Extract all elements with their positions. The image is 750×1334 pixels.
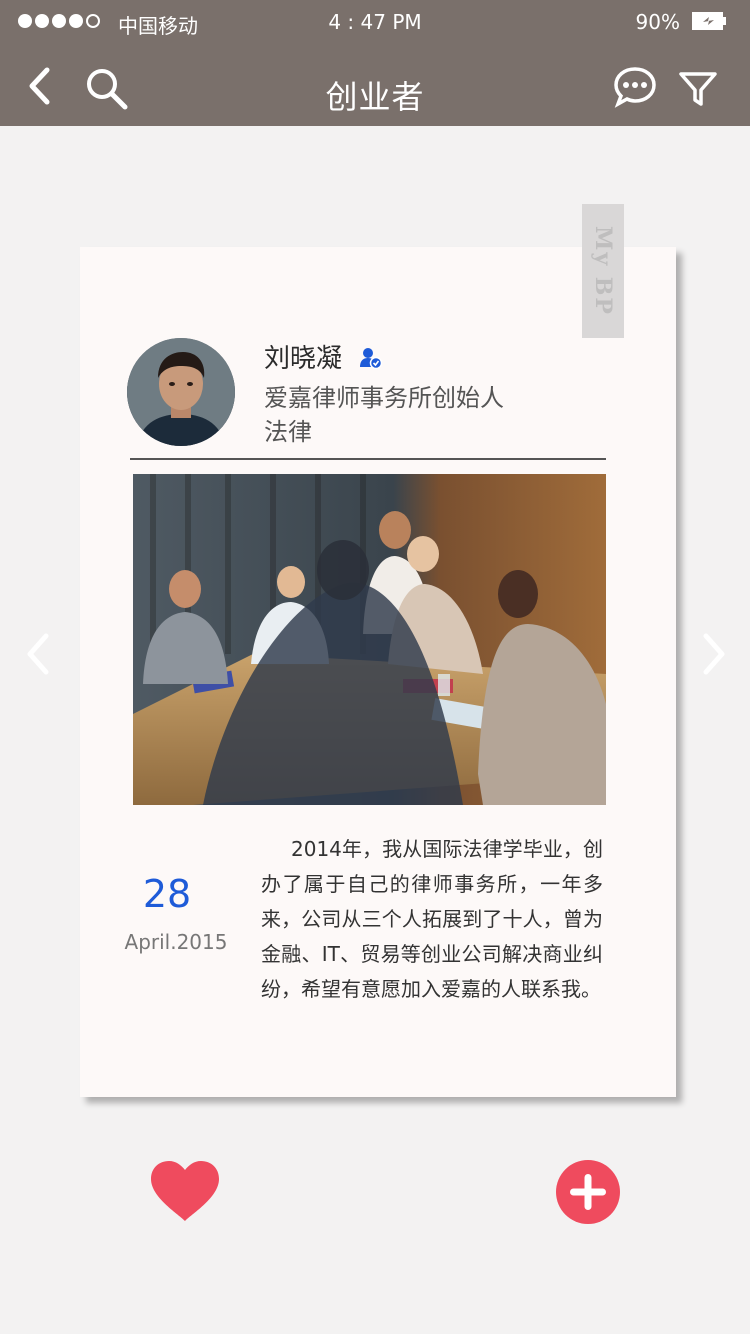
like-button[interactable]	[148, 1158, 222, 1224]
my-bp-ribbon[interactable]: My BP	[582, 204, 624, 338]
business-meeting-image	[133, 474, 606, 805]
next-card-arrow[interactable]	[700, 632, 730, 676]
battery-icon	[692, 12, 726, 30]
previous-card-arrow[interactable]	[22, 632, 52, 676]
founder-field: 法律	[264, 418, 312, 446]
plus-circle-icon	[556, 1160, 620, 1224]
chat-button[interactable]	[612, 64, 658, 110]
verified-user-icon	[360, 348, 382, 369]
person-portrait-icon	[127, 338, 235, 446]
founder-description: 2014年，我从国际法律学毕业，创办了属于自己的律师事务所，一年多来，公司从三个…	[261, 837, 603, 1001]
post-day: 28	[142, 872, 192, 916]
founder-title: 爱嘉律师事务所创始人	[264, 384, 504, 412]
funnel-filter-icon	[679, 72, 717, 106]
post-month-year: April.2015	[124, 930, 228, 954]
chat-bubble-icon	[614, 67, 656, 108]
status-bar: 中国移动 4 : 47 PM 90%	[0, 0, 750, 44]
meeting-photo	[133, 474, 606, 805]
nav-bar: 创业者	[0, 44, 750, 126]
filter-button[interactable]	[676, 66, 720, 110]
divider	[130, 458, 606, 460]
add-button[interactable]	[556, 1160, 620, 1224]
avatar[interactable]	[127, 338, 235, 446]
founder-name: 刘晓凝	[264, 344, 343, 374]
heart-icon	[151, 1161, 219, 1221]
battery-percent: 90%	[635, 10, 680, 34]
